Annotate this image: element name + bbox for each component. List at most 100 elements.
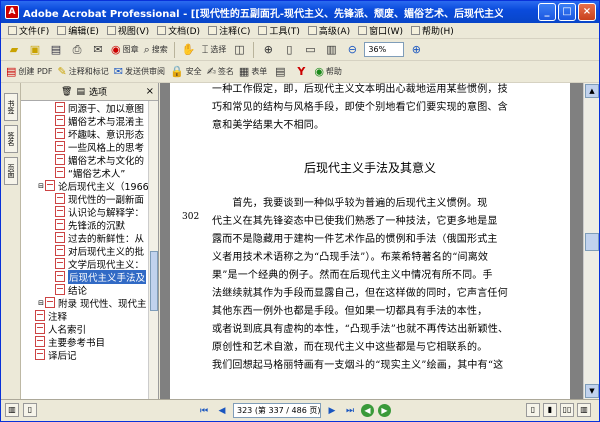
bookmarks-scrollbar[interactable] (148, 101, 158, 399)
bookmark-item[interactable]: 对后现代主义的批 (21, 244, 149, 258)
help-button[interactable]: ◉ 帮助 (313, 63, 343, 81)
bookmark-expand-icon[interactable]: ⊟ (37, 299, 45, 307)
first-page-button[interactable]: ⏮ (197, 404, 211, 418)
forms-button[interactable]: ▦ 表单 (238, 63, 268, 81)
bookmark-label: 一些风格上的思考 (68, 142, 145, 154)
continuous-icon[interactable]: ▮ (543, 403, 557, 417)
document-view[interactable]: 一种工作假定，即，后现代主义文本明出心裁地运用某些惯例，技 巧和常见的结构与风格… (160, 83, 583, 399)
menu-file[interactable]: 文件(F) (5, 24, 52, 37)
tab-pages[interactable]: 页面 (4, 157, 18, 185)
menu-window[interactable]: 窗口(W) (355, 24, 406, 37)
bookmark-item[interactable]: 同源于、加以意图 (21, 101, 149, 115)
sign-button[interactable]: ✍ 签名 (206, 63, 235, 81)
bookmark-item[interactable]: 注释 (21, 309, 149, 323)
folder-open-icon: ▰ (9, 43, 19, 56)
attach-button[interactable]: ▤ (271, 63, 289, 81)
fit-width-button[interactable]: ▥ (322, 41, 340, 59)
previous-page-button[interactable]: ◀ (215, 404, 229, 418)
last-page-button[interactable]: ⏭ (343, 404, 357, 418)
bookmark-item[interactable]: 结论 (21, 283, 149, 297)
tab-signatures[interactable]: 签名 (4, 125, 18, 153)
zoom-tool-button[interactable]: ⊕ (259, 41, 277, 59)
bookmark-label: 过去的新鲜性：从 (68, 233, 145, 245)
next-page-button[interactable]: ▶ (325, 404, 339, 418)
acrobat-button[interactable]: Y (292, 63, 310, 81)
comment-markup-button[interactable]: ✎ 注释和标记 (57, 63, 110, 81)
menu-edit[interactable]: 编辑(E) (54, 24, 102, 37)
delete-bookmark-icon[interactable]: 🗑 (61, 87, 72, 97)
bookmark-item[interactable]: 现代性的一副新面 (21, 192, 149, 206)
zoom-out-button[interactable]: ⊖ (343, 41, 361, 59)
stamp-button[interactable]: ◉ 图章 (110, 41, 140, 59)
zoom-field[interactable]: 36% (364, 42, 405, 57)
bookmark-item[interactable]: ⊟ 论后现代主义（1966） (21, 179, 149, 193)
snapshot-button[interactable]: ◫ (230, 41, 248, 59)
text-line: 其他东西一例外也都是手段。但如果一切都具有手法的本性， (212, 306, 488, 317)
bookmark-item[interactable]: ⊟ 附录 现代性、现代主 (21, 296, 149, 310)
scroll-up-icon[interactable]: ▲ (585, 84, 599, 98)
bookmark-options[interactable]: 选项 (89, 85, 107, 98)
bookmarks-header: 🗑 ▤ 选项 × (21, 83, 158, 101)
close-pane-icon[interactable]: × (146, 86, 154, 97)
menu-view[interactable]: 视图(V) (104, 24, 152, 37)
page-size-icon[interactable]: ▯ (23, 403, 37, 417)
toggle-nav-icon[interactable]: ▥ (5, 403, 19, 417)
email-button[interactable]: ✉ (89, 41, 107, 59)
continuous-facing-icon[interactable]: ▥ (577, 403, 591, 417)
toolbar-separator (173, 41, 175, 58)
send-review-button[interactable]: ✉ 发送供审阅 (113, 63, 166, 81)
scroll-down-icon[interactable]: ▼ (585, 384, 599, 398)
bookmark-item[interactable]: 译后记 (21, 348, 149, 362)
bookmark-item[interactable]: 后现代主义手法及 (21, 269, 149, 284)
scroll-thumb[interactable] (150, 251, 158, 311)
next-view-button[interactable]: ▶ (378, 404, 391, 417)
menu-advanced[interactable]: 高级(A) (305, 24, 353, 37)
menu-document[interactable]: 文档(D) (154, 24, 203, 37)
bookmark-item[interactable]: 一些风格上的思考 (21, 140, 149, 154)
document-scrollbar[interactable]: ▲ ▼ (583, 83, 599, 399)
bookmark-page-icon (55, 141, 65, 152)
tab-bookmarks[interactable]: 书签 (4, 93, 18, 121)
save-button[interactable]: ▤ (47, 41, 65, 59)
create-pdf-button[interactable]: ▤ 创建 PDF (5, 63, 54, 81)
bookmark-item[interactable]: 人名索引 (21, 322, 149, 336)
bookmark-item[interactable]: “媚俗艺术人” (21, 166, 149, 180)
menu-comments[interactable]: 注释(C) (205, 24, 253, 37)
page-number-field[interactable]: 323 (第 337 / 486 页) (233, 403, 321, 418)
facing-icon[interactable]: ▯▯ (560, 403, 574, 417)
previous-view-button[interactable]: ◀ (361, 404, 374, 417)
new-bookmark-icon[interactable]: ▤ (76, 87, 85, 97)
minimize-button[interactable]: _ (538, 3, 556, 21)
actual-size-button[interactable]: ▯ (280, 41, 298, 59)
single-page-icon[interactable]: ▯ (526, 403, 540, 417)
zoom-in-button[interactable]: ⊕ (407, 41, 425, 59)
bookmark-item[interactable]: 主要参考书目 (21, 335, 149, 349)
menu-tools[interactable]: 工具(T) (255, 24, 303, 37)
document-scroll-thumb[interactable] (585, 233, 599, 251)
maximize-button[interactable]: □ (558, 3, 576, 21)
acrobat-app-icon[interactable]: A (5, 5, 19, 19)
bookmark-item[interactable]: 文学后现代主义： (21, 257, 149, 271)
menu-help[interactable]: 帮助(H) (408, 24, 457, 37)
bookmark-label: 媚俗艺术与文化的 (68, 155, 145, 167)
create-button[interactable]: ▣ (26, 41, 44, 59)
fit-page-button[interactable]: ▭ (301, 41, 319, 59)
select-tool-button[interactable]: ⌶ 选择 (201, 41, 228, 59)
title-bar[interactable]: A Adobe Acrobat Professional - [[现代性的五副面… (1, 1, 599, 23)
bookmark-item[interactable]: 认识论与解释学： (21, 205, 149, 219)
secure-button[interactable]: 🔒 安全 (169, 63, 203, 81)
print-button[interactable]: ⎙ (68, 41, 86, 59)
bookmark-item[interactable]: 媚俗艺术与文化的 (21, 153, 149, 167)
bookmark-page-icon (55, 102, 65, 113)
bookmark-item[interactable]: 过去的新鲜性：从 (21, 231, 149, 245)
hand-tool-button[interactable]: ✋ (180, 41, 198, 59)
bookmark-item[interactable]: 先锋派的沉默 (21, 218, 149, 232)
bookmark-label: 文学后现代主义： (68, 259, 145, 271)
search-button[interactable]: ⌕ 搜索 (143, 41, 169, 59)
bookmark-expand-icon[interactable]: ⊟ (37, 182, 45, 190)
close-button[interactable]: × (578, 3, 596, 21)
menu-view-label: 视图(V) (117, 27, 150, 37)
open-button[interactable]: ▰ (5, 41, 23, 59)
bookmark-item[interactable]: 媚俗艺术与混淆主 (21, 114, 149, 128)
bookmark-item[interactable]: 坏趣味、意识形态 (21, 127, 149, 141)
